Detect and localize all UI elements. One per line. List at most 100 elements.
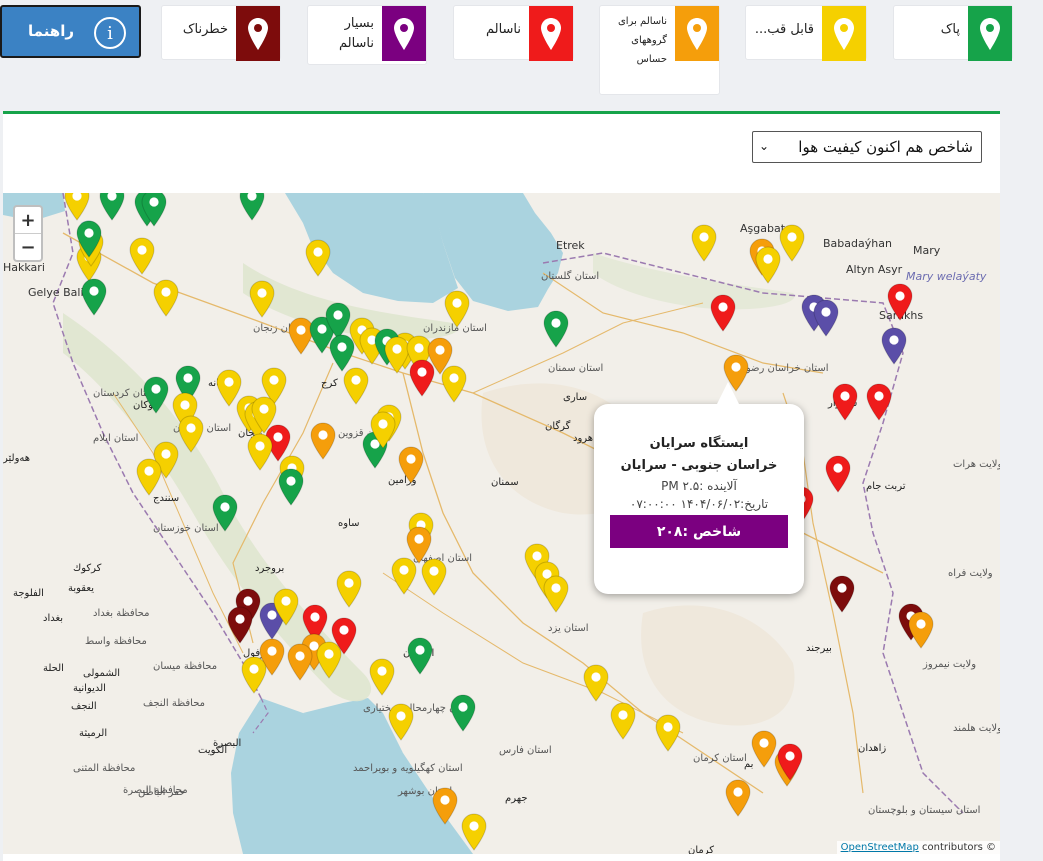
legend-swatch-unhealthy-sensitive	[675, 6, 719, 61]
map-pin-icon[interactable]	[273, 588, 299, 626]
popup-date: تاریخ:۱۴۰۴/۰۶/۰۲ ۰۷:۰۰:۰۰	[629, 497, 769, 511]
legend-label-very-unhealthy: بسیار ناسالم	[338, 16, 374, 51]
map-pin-icon[interactable]	[310, 422, 336, 460]
map-pin-icon[interactable]	[99, 193, 125, 221]
help-button[interactable]: i راهنما	[0, 5, 141, 58]
map-pin-icon[interactable]	[278, 468, 304, 506]
zoom-control: + −	[13, 205, 43, 262]
map-pin-icon[interactable]	[825, 455, 851, 493]
place-label: تربت جام	[866, 481, 906, 492]
map-pin-icon[interactable]	[153, 279, 179, 317]
map-pin-icon[interactable]	[409, 359, 435, 397]
map-pin-icon[interactable]	[777, 743, 803, 781]
place-label: الديوانية	[73, 683, 106, 694]
map-pin-icon[interactable]	[141, 193, 167, 227]
map-pin-icon[interactable]	[370, 411, 396, 449]
map-pin-icon[interactable]	[212, 494, 238, 532]
popup-index-badge: شاخص :۲۰۸	[610, 515, 788, 548]
popup-province: خراسان جنوبی - سرایان	[620, 458, 778, 473]
legend-item-unhealthy-sensitive[interactable]: ناسالم برای گروههای حساس	[599, 5, 720, 95]
place-label: استان خوزستان	[153, 523, 219, 534]
legend-item-hazardous[interactable]: خطرناک	[161, 5, 281, 61]
map-pin-icon[interactable]	[710, 294, 736, 332]
map-pin-icon[interactable]	[441, 365, 467, 403]
map-pin-icon[interactable]	[450, 694, 476, 732]
map-pin-icon[interactable]	[691, 224, 717, 262]
map-pin-icon[interactable]	[143, 376, 169, 414]
air-quality-map[interactable]: + − Aşgabat Babadaýhan Mary Mary welaýaty Al…	[3, 193, 1000, 854]
map-pin-icon[interactable]	[178, 415, 204, 453]
map-pin-icon	[980, 17, 1000, 50]
legend-label-hazardous: خطرناک	[182, 22, 228, 37]
legend-swatch-unhealthy	[529, 6, 573, 61]
place-label: محافظة النجف	[143, 698, 206, 709]
legend-swatch-very-unhealthy	[382, 6, 426, 61]
place-label: ساوه	[338, 518, 360, 529]
map-pin-icon[interactable]	[81, 278, 107, 316]
map-pin-icon[interactable]	[343, 367, 369, 405]
legend-label-unhealthy: ناسالم	[485, 22, 521, 37]
place-label: محافظة بغداد	[93, 608, 150, 619]
map-pin-icon[interactable]	[407, 637, 433, 675]
map-pin-icon[interactable]	[779, 224, 805, 262]
map-pin-icon[interactable]	[136, 458, 162, 496]
legend-label-clean: پاک	[940, 22, 960, 37]
legend-item-unhealthy[interactable]: ناسالم	[453, 5, 574, 61]
place-label: استان خراسان رضوی	[738, 363, 829, 374]
map-pin-icon[interactable]	[725, 779, 751, 817]
info-icon: i	[94, 17, 126, 49]
map-pin-icon[interactable]	[249, 280, 275, 318]
map-pin-icon[interactable]	[305, 239, 331, 277]
map-pin-icon[interactable]	[76, 220, 102, 258]
map-pin-icon[interactable]	[829, 575, 855, 613]
popup-pollutant: آلاینده :PM ۲.۵	[661, 479, 737, 493]
map-pin-icon[interactable]	[583, 664, 609, 702]
legend-item-very-unhealthy[interactable]: بسیار ناسالم	[307, 5, 427, 65]
map-pin-icon[interactable]	[129, 237, 155, 275]
map-pin-icon[interactable]	[881, 327, 907, 365]
place-label: سمنان	[491, 477, 519, 488]
map-pin-icon[interactable]	[832, 383, 858, 421]
map-pin-icon[interactable]	[239, 193, 265, 221]
map-pin-icon[interactable]	[908, 611, 934, 649]
map-panel: شاخص هم اکنون کیفیت هوا ⌄ + − Aşgabat Ba…	[3, 111, 1000, 861]
place-label: استان کهگیلویه و بویراحمد	[353, 763, 463, 774]
map-pin-icon[interactable]	[610, 702, 636, 740]
map-pin-icon[interactable]	[336, 570, 362, 608]
map-pin-icon	[248, 17, 268, 50]
map-pin-icon[interactable]	[64, 193, 90, 221]
map-pin-icon[interactable]	[887, 283, 913, 321]
map-pin-icon[interactable]	[247, 433, 273, 471]
map-pin-icon[interactable]	[388, 703, 414, 741]
place-label: الحلة	[43, 663, 64, 674]
map-pin-icon[interactable]	[543, 575, 569, 613]
chevron-down-icon: ⌄	[759, 139, 770, 153]
map-pin-icon[interactable]	[866, 383, 892, 421]
zoom-out-button[interactable]: −	[15, 233, 41, 260]
map-pin-icon[interactable]	[444, 290, 470, 328]
map-attribution: OpenStreetMap contributors ©	[836, 841, 1000, 854]
map-pin-icon[interactable]	[227, 606, 253, 644]
osm-link[interactable]: OpenStreetMap	[841, 842, 919, 853]
zoom-in-button[interactable]: +	[15, 207, 41, 233]
place-label: استان یزد	[548, 623, 589, 634]
legend-item-acceptable[interactable]: قابل قب...	[745, 5, 867, 61]
map-pin-icon[interactable]	[241, 656, 267, 694]
map-pin-icon[interactable]	[432, 787, 458, 825]
legend-item-clean[interactable]: پاک	[893, 5, 1013, 61]
aqi-type-select[interactable]: شاخص هم اکنون کیفیت هوا ⌄	[752, 131, 982, 163]
map-pin-icon[interactable]	[461, 813, 487, 851]
map-pin-icon[interactable]	[655, 714, 681, 752]
map-pin-icon[interactable]	[755, 246, 781, 284]
map-pin-icon[interactable]	[287, 643, 313, 681]
map-pin-icon[interactable]	[316, 641, 342, 679]
place-label: گرگان	[545, 421, 571, 432]
map-pin-icon[interactable]	[391, 557, 417, 595]
place-label: ولایت هرات	[953, 459, 1000, 470]
place-label: استان کرمان	[693, 753, 747, 764]
map-pin-icon[interactable]	[813, 299, 839, 337]
map-pin-icon[interactable]	[421, 558, 447, 596]
map-pin-icon[interactable]	[398, 446, 424, 484]
map-pin-icon[interactable]	[369, 658, 395, 696]
map-pin-icon[interactable]	[543, 310, 569, 348]
